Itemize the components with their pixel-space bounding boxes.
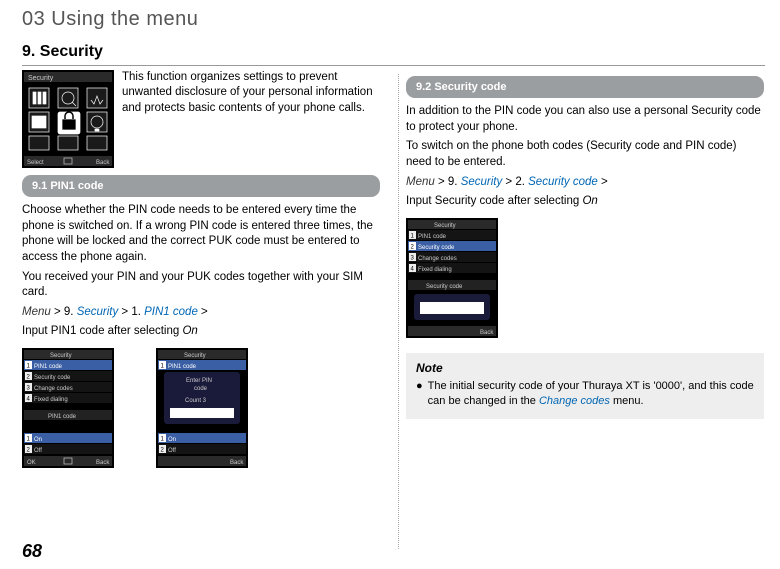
bullet-icon: ●: [416, 379, 423, 409]
svg-text:30: 30: [34, 121, 41, 127]
svg-text:Change codes: Change codes: [34, 386, 73, 392]
svg-text:Fixed dialing: Fixed dialing: [34, 397, 68, 403]
svg-text:Back: Back: [480, 330, 494, 336]
path-security-code: Security code: [528, 176, 598, 188]
left-column: Security 30: [22, 70, 380, 473]
svg-text:Off: Off: [168, 448, 176, 454]
svg-text:code: code: [194, 386, 208, 392]
subsection-9-1-header: 9.1 PIN1 code: [22, 175, 380, 198]
note-text: The initial security code of your Thuray…: [428, 379, 754, 409]
svg-text:Back: Back: [230, 460, 244, 466]
s92-menu-path: Menu > 9. Security > 2. Security code >: [406, 175, 764, 191]
phone-screenshot-enter-pin: Security 1 PIN1 code Enter PIN code Coun…: [156, 348, 248, 474]
chapter-title: 03 Using the menu: [0, 0, 780, 33]
phone-screenshot-security-code: Security 1 PIN1 code 2 Security code 3 C…: [406, 218, 764, 344]
path-pin1: PIN1 code: [144, 306, 198, 318]
svg-text:Security: Security: [434, 223, 456, 229]
on-value: On: [582, 195, 597, 207]
path-sep: >: [598, 176, 608, 188]
intro-text: This function organizes settings to prev…: [122, 70, 380, 165]
svg-text:Security code: Security code: [418, 245, 455, 251]
right-column: 9.2 Security code In addition to the PIN…: [406, 70, 764, 473]
svg-text:Select: Select: [27, 160, 44, 166]
svg-text:Fixed dialing: Fixed dialing: [418, 267, 452, 273]
path-menu: Menu: [406, 176, 435, 188]
section-title: 9. Security: [22, 41, 765, 66]
s91-p2: You received your PIN and your PUK codes…: [22, 270, 380, 301]
path-menu: Menu: [22, 306, 51, 318]
svg-text:Security code: Security code: [34, 375, 71, 381]
change-codes-link: Change codes: [539, 395, 610, 407]
svg-text:Change codes: Change codes: [418, 256, 457, 262]
svg-text:On: On: [34, 437, 42, 443]
text: Input PIN1 code after selecting: [22, 325, 182, 337]
s92-p2: To switch on the phone both codes (Secur…: [406, 139, 764, 170]
svg-text:PIN1 code: PIN1 code: [168, 364, 197, 370]
svg-text:On: On: [168, 437, 176, 443]
svg-text:Count 3: Count 3: [185, 398, 207, 404]
svg-text:OK: OK: [27, 460, 36, 466]
path-sep: > 1.: [118, 306, 144, 318]
svg-text:PIN1 code: PIN1 code: [418, 234, 447, 240]
s91-menu-path: Menu > 9. Security > 1. PIN1 code >: [22, 305, 380, 321]
svg-text:PIN1 code: PIN1 code: [34, 364, 63, 370]
s91-p1: Choose whether the PIN code needs to be …: [22, 203, 380, 265]
path-security: Security: [461, 176, 503, 188]
svg-text:Security: Security: [184, 353, 206, 359]
path-security: Security: [77, 306, 119, 318]
s92-p1: In addition to the PIN code you can also…: [406, 104, 764, 135]
page-number: 68: [22, 539, 42, 563]
svg-text:Security: Security: [28, 75, 54, 82]
s92-p3: Input Security code after selecting On: [406, 194, 764, 210]
text: menu.: [610, 395, 644, 407]
path-sep: > 2.: [502, 176, 528, 188]
path-sep: >: [198, 306, 208, 318]
subsection-9-2-header: 9.2 Security code: [406, 76, 764, 99]
path-sep: > 9.: [51, 306, 77, 318]
note-box: Note ● The initial security code of your…: [406, 353, 764, 419]
on-value: On: [182, 325, 197, 337]
path-sep: > 9.: [435, 176, 461, 188]
svg-text:Off: Off: [34, 448, 42, 454]
svg-text:Security code: Security code: [426, 284, 463, 290]
phone-screenshot-pin1-list: Security 1 PIN1 code 2 Security code 3 C…: [22, 348, 114, 474]
svg-text:Back: Back: [96, 460, 110, 466]
text: Input Security code after selecting: [406, 195, 582, 207]
svg-text:Security: Security: [50, 353, 72, 359]
note-title: Note: [416, 360, 754, 376]
svg-text:Enter PIN: Enter PIN: [186, 378, 212, 384]
svg-text:PIN1 code: PIN1 code: [48, 414, 77, 420]
phone-screenshot-security-menu: Security 30: [22, 70, 114, 165]
column-separator: [398, 74, 399, 549]
s91-p3: Input PIN1 code after selecting On: [22, 324, 380, 340]
svg-text:Back: Back: [96, 160, 110, 166]
